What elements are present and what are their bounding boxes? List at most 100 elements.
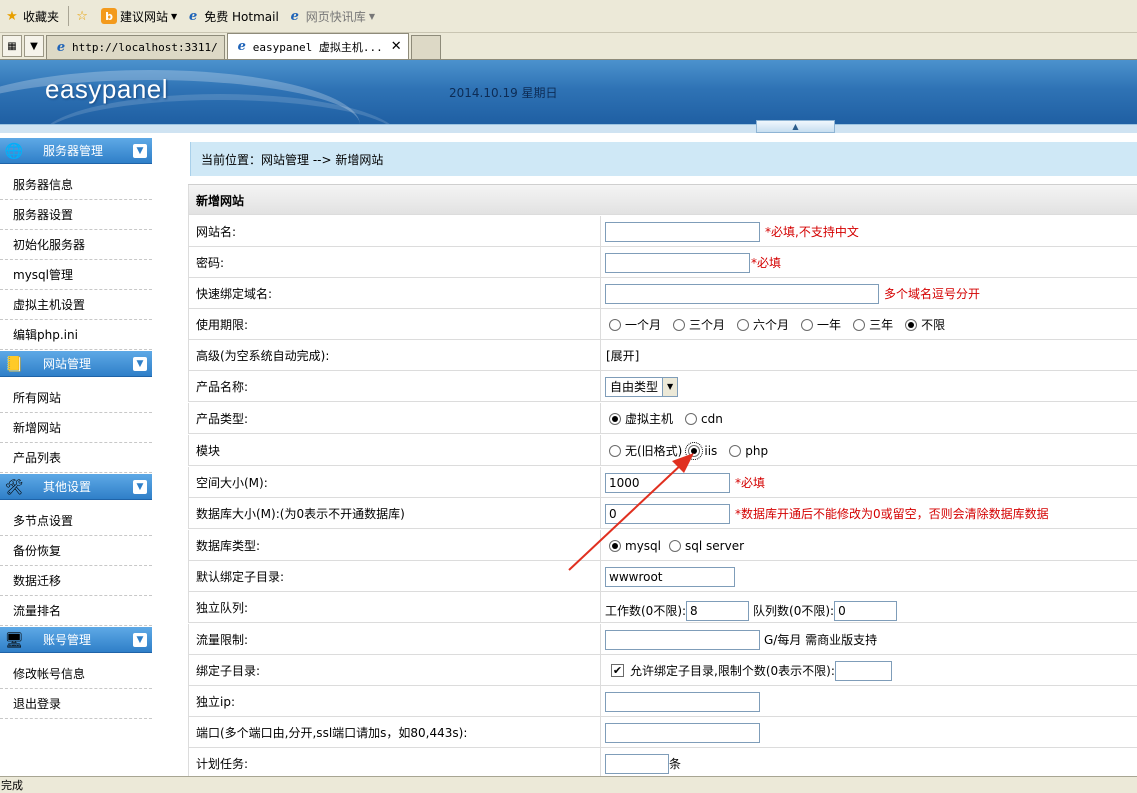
port-label: 端口(多个端口由,分开,ssl端口请加s，如80,443s): <box>188 717 601 748</box>
product-type-radio-vhost[interactable]: 虚拟主机 <box>605 410 673 427</box>
db-type-radio-mysql[interactable]: mysql <box>605 539 661 553</box>
db-size-label: 数据库大小(M):(为0表示不开通数据库) <box>188 498 601 529</box>
hotmail-link[interactable]: e 免费 Hotmail <box>183 5 285 27</box>
sidebar-item-backup[interactable]: 备份恢复 <box>0 536 152 566</box>
tab-localhost[interactable]: e http://localhost:3311/ <box>46 35 225 59</box>
row-db-type: 数据库类型: mysql sql server <box>188 530 1137 561</box>
row-bind-subdir: 绑定子目录: ✔ 允许绑定子目录,限制个数(0表示不限): <box>188 655 1137 686</box>
row-queue: 独立队列: 工作数(0不限): 8 队列数(0不限): 0 <box>188 592 1137 623</box>
password-input[interactable] <box>605 252 750 273</box>
bind-subdir-checkbox[interactable]: ✔ <box>611 664 624 677</box>
product-type-radio-cdn[interactable]: cdn <box>681 412 723 426</box>
status-bar: 完成 <box>0 776 1137 793</box>
db-type-radio-sqlserver[interactable]: sql server <box>669 539 744 553</box>
period-radio-6m[interactable]: 六个月 <box>733 316 789 333</box>
book-icon: 📒 <box>4 354 24 373</box>
tab-list-button[interactable]: ▼ <box>24 35 44 57</box>
close-tab-icon[interactable]: ✕ <box>391 39 402 54</box>
sidebar-item-server-info[interactable]: 服务器信息 <box>0 170 152 200</box>
period-radio-1m[interactable]: 一个月 <box>605 316 661 333</box>
ie-icon: e <box>237 39 246 54</box>
queue-count-input[interactable]: 0 <box>834 600 898 621</box>
chevron-down-icon: ▼ <box>133 632 147 647</box>
radio-icon <box>673 318 686 331</box>
chevron-down-icon: ▼ <box>30 40 38 52</box>
sidebar-item-mysql[interactable]: mysql管理 <box>0 260 152 290</box>
domain-hint: 多个域名逗号分开 <box>884 287 981 301</box>
sidebar-section-server[interactable]: 🌐 服务器管理 ▼ <box>0 138 152 164</box>
module-radio-php[interactable]: php <box>725 444 768 458</box>
period-radio-3y[interactable]: 三年 <box>849 316 893 333</box>
sidebar-item-multinode[interactable]: 多节点设置 <box>0 506 152 536</box>
sidebar-item-new-site[interactable]: 新增网站 <box>0 413 152 443</box>
chevron-up-icon: ▲ <box>792 122 799 131</box>
domain-input[interactable] <box>605 283 879 304</box>
db-size-input[interactable]: 0 <box>605 503 730 524</box>
add-favorite-star-icon: ☆ <box>76 8 88 24</box>
ip-input[interactable] <box>605 691 760 712</box>
site-name-label: 网站名: <box>188 216 601 247</box>
traffic-input[interactable] <box>605 629 760 650</box>
sidebar-item-edit-account[interactable]: 修改帐号信息 <box>0 659 152 689</box>
period-radio-unlimited[interactable]: 不限 <box>901 316 945 333</box>
sidebar-item-php-ini[interactable]: 编辑php.ini <box>0 320 152 350</box>
favorites-bar: ★ 收藏夹 ☆ b 建议网站 ▼ e 免费 Hotmail e 网页快讯库 ▼ <box>0 0 1137 33</box>
easypanel-logo: easypanel <box>45 74 169 104</box>
cron-input[interactable] <box>605 753 669 774</box>
sidebar-item-products[interactable]: 产品列表 <box>0 443 152 473</box>
monitor-icon: 🖥 <box>4 630 24 649</box>
webslice-gallery-link[interactable]: e 网页快讯库 ▼ <box>285 5 381 27</box>
sidebar-item-all-sites[interactable]: 所有网站 <box>0 383 152 413</box>
sidebar-item-traffic-rank[interactable]: 流量排名 <box>0 596 152 626</box>
port-input[interactable] <box>605 722 760 743</box>
suggested-sites-link[interactable]: b 建议网站 ▼ <box>99 5 183 27</box>
sidebar-item-logout[interactable]: 退出登录 <box>0 689 152 719</box>
row-site-name: 网站名: *必填,不支持中文 <box>188 216 1137 247</box>
period-radio-1y[interactable]: 一年 <box>797 316 841 333</box>
tab-easypanel[interactable]: e easypanel 虚拟主机... ✕ <box>226 33 409 59</box>
period-label: 使用期限: <box>188 309 601 340</box>
quick-tabs-button[interactable]: ▦ <box>2 35 22 57</box>
radio-icon <box>801 318 814 331</box>
subdir-input[interactable]: wwwroot <box>605 566 735 587</box>
toolbar-divider <box>68 6 70 26</box>
new-tab-button[interactable] <box>410 35 441 59</box>
sidebar-item-migration[interactable]: 数据迁移 <box>0 566 152 596</box>
password-hint: *必填 <box>751 256 782 270</box>
workers-input[interactable]: 8 <box>686 600 750 621</box>
sidebar-item-init-server[interactable]: 初始化服务器 <box>0 230 152 260</box>
add-favorite-button[interactable]: ☆ <box>72 5 99 27</box>
subdir-label: 默认绑定子目录: <box>188 561 601 592</box>
row-db-size: 数据库大小(M):(为0表示不开通数据库) 0 *数据库开通后不能修改为0或留空… <box>188 498 1137 529</box>
bind-subdir-limit-input[interactable] <box>834 660 892 681</box>
favorites-button[interactable]: ★ 收藏夹 <box>2 5 65 27</box>
radio-icon <box>853 318 866 331</box>
sidebar-section-sites[interactable]: 📒 网站管理 ▼ <box>0 351 152 377</box>
cron-unit: 条 <box>669 757 682 771</box>
sidebar-item-server-settings[interactable]: 服务器设置 <box>0 200 152 230</box>
site-name-input[interactable] <box>605 221 760 242</box>
sidebar-item-vhost-settings[interactable]: 虚拟主机设置 <box>0 290 152 320</box>
row-cron: 计划任务: 条 <box>188 748 1137 779</box>
space-label: 空间大小(M): <box>188 467 601 498</box>
sidebar-section-account[interactable]: 🖥 账号管理 ▼ <box>0 627 152 653</box>
queue-label: 独立队列: <box>188 592 601 623</box>
radio-icon <box>609 318 621 331</box>
ip-label: 独立ip: <box>188 686 601 717</box>
space-input[interactable]: 1000 <box>605 472 730 493</box>
collapse-header-button[interactable]: ▲ <box>756 120 835 133</box>
module-radio-iis[interactable]: iis <box>684 441 717 460</box>
chevron-down-icon: ▼ <box>662 377 678 396</box>
radio-icon <box>737 318 750 331</box>
chevron-down-icon: ▼ <box>133 479 147 494</box>
radio-icon <box>669 539 681 552</box>
product-name-select[interactable]: 自由类型 ▼ <box>605 376 679 397</box>
checkmark-icon: ✔ <box>612 664 623 677</box>
product-name-label: 产品名称: <box>188 371 601 402</box>
traffic-hint: G/每月 需商业版支持 <box>764 633 878 647</box>
sidebar-section-other[interactable]: 🛠 其他设置 ▼ <box>0 474 152 500</box>
expand-advanced-link[interactable]: [展开] <box>606 347 639 364</box>
period-radio-3m[interactable]: 三个月 <box>669 316 725 333</box>
module-radio-none[interactable]: 无(旧格式) <box>605 442 682 459</box>
space-hint: *必填 <box>735 476 766 490</box>
